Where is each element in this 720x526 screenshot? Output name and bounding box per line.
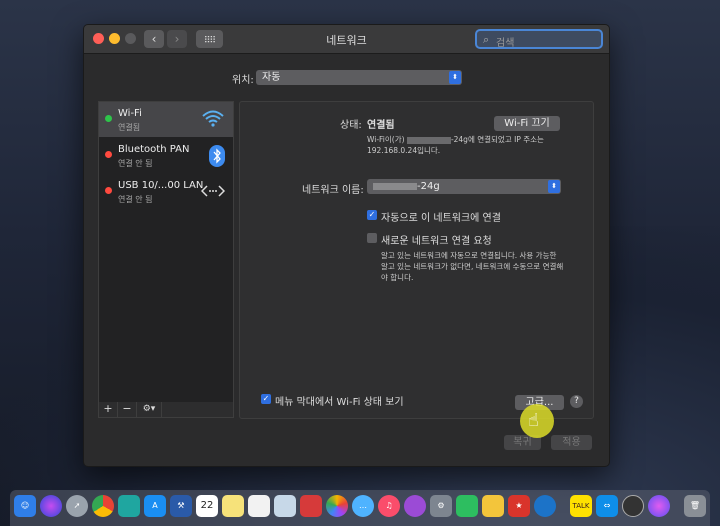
hand-pointer-icon: ☝ (528, 410, 539, 431)
detail-panel: 상태: 연결됨 Wi-Fi 끄기 Wi-Fi이(가) -24g에 연결되었고 I… (239, 101, 594, 419)
status-desc-a: Wi-Fi이(가) (367, 135, 405, 144)
star-icon[interactable]: ★ (508, 495, 530, 517)
ask-join-desc-1: 알고 있는 네트워크에 자동으로 연결됩니다. 사용 가능한 (381, 251, 557, 260)
service-list: Wi-Fi 연결됨 Bluetooth PAN 연결 안 됨 USB 10/..… (98, 101, 234, 408)
auto-join-label: 자동으로 이 네트워크에 연결 (381, 213, 501, 224)
quicktime-icon[interactable] (622, 495, 644, 517)
gear-menu-button[interactable]: ⚙▾ (137, 402, 162, 417)
menubar-checkbox[interactable]: ✓ (261, 394, 271, 404)
photobooth-icon[interactable] (300, 495, 322, 517)
service-status: 연결됨 (118, 123, 141, 132)
network-name-value: -24g (417, 181, 440, 192)
kakaotalk-icon[interactable]: TALK (570, 495, 592, 517)
evernote-icon[interactable] (456, 495, 478, 517)
location-popup[interactable]: 자동 ⬍ (256, 70, 462, 85)
ask-join-description: 알고 있는 네트워크에 자동으로 연결됩니다. 사용 가능한 알고 있는 네트워… (381, 250, 563, 283)
menubar-label: 메뉴 막대에서 Wi-Fi 상태 보기 (275, 397, 404, 408)
service-list-toolbar: + − ⚙▾ (98, 402, 234, 418)
status-dot (105, 187, 112, 194)
finder2-icon[interactable] (482, 495, 504, 517)
status-description: Wi-Fi이(가) -24g에 연결되었고 IP 주소는 192.168.0.2… (367, 134, 544, 156)
service-item-usb-lan[interactable]: USB 10/...00 LAN 연결 안 됨 (99, 174, 233, 209)
remove-service-button[interactable]: − (118, 402, 137, 417)
appstore-icon[interactable]: A (144, 495, 166, 517)
ask-join-label: 새로운 네트워크 연결 요청 (381, 236, 492, 247)
ask-join-checkbox[interactable] (367, 233, 377, 243)
wifi-icon (201, 109, 225, 132)
location-value: 자동 (262, 72, 281, 83)
service-name: Bluetooth PAN (118, 144, 190, 155)
trash-icon[interactable]: 🗑 (684, 495, 706, 517)
ethernet-icon (200, 181, 226, 204)
auto-join-checkbox[interactable]: ✓ (367, 210, 377, 220)
service-item-bluetooth[interactable]: Bluetooth PAN 연결 안 됨 (99, 138, 233, 173)
preview-icon[interactable] (274, 495, 296, 517)
location-label: 위치: (232, 75, 254, 86)
siri-icon[interactable] (40, 495, 62, 517)
music-icon[interactable]: ♫ (378, 495, 400, 517)
notes-icon[interactable] (222, 495, 244, 517)
ask-join-desc-3: 야 합니다. (381, 273, 414, 282)
teamviewer-icon[interactable]: ⇔ (596, 495, 618, 517)
network-preferences-window: ‹ › ⠿⠿ 네트워크 ⌕ 검색 위치: 자동 ⬍ Wi-Fi 연결됨 Blue… (83, 24, 610, 467)
search-placeholder: 검색 (496, 38, 515, 49)
search-input[interactable]: ⌕ 검색 (475, 29, 603, 49)
add-service-button[interactable]: + (99, 402, 118, 417)
launchpad-icon[interactable]: ➚ (66, 495, 88, 517)
search-icon: ⌕ (483, 33, 490, 46)
service-status: 연결 안 됨 (118, 159, 153, 168)
calendar-icon[interactable]: 22 (196, 495, 218, 517)
click-highlight-cursor: ☝ (520, 404, 554, 438)
title-bar: ‹ › ⠿⠿ 네트워크 ⌕ 검색 (84, 25, 609, 54)
status-dot (105, 115, 112, 122)
status-desc-b: -24g에 연결되었고 IP 주소는 (450, 135, 544, 144)
redacted-ssid (406, 136, 451, 144)
service-name: Wi-Fi (118, 108, 142, 119)
dock: ☺ ➚ A ⚒ 22 … ♫ ⚙ ★ TALK ⇔ 🗑 (10, 490, 710, 526)
messages-icon[interactable]: … (352, 495, 374, 517)
system-preferences-icon[interactable]: ⚙ (430, 495, 452, 517)
status-desc-c: 192.168.0.24입니다. (367, 146, 441, 155)
chevron-updown-icon: ⬍ (449, 71, 461, 84)
wifi-off-button[interactable]: Wi-Fi 끄기 (494, 116, 560, 131)
status-label: 상태: (340, 120, 362, 131)
network-name-popup[interactable]: -24g ⬍ (367, 179, 561, 194)
bluetooth-icon (209, 145, 225, 170)
chrome-icon[interactable] (92, 495, 114, 517)
finder-icon[interactable]: ☺ (14, 495, 36, 517)
service-item-wifi[interactable]: Wi-Fi 연결됨 (99, 102, 233, 137)
ask-join-desc-2: 알고 있는 네트워크가 없다면, 네트워크에 수동으로 연결해 (381, 262, 564, 271)
status-value: 연결됨 (367, 120, 395, 131)
photos-icon[interactable] (326, 495, 348, 517)
apply-button[interactable]: 적용 (551, 435, 592, 450)
vpn-icon[interactable] (534, 495, 556, 517)
app-icon[interactable] (118, 495, 140, 517)
service-status: 연결 안 됨 (118, 195, 153, 204)
reminders-icon[interactable] (248, 495, 270, 517)
help-button[interactable]: ? (570, 395, 583, 408)
podcast-icon[interactable] (404, 495, 426, 517)
chevron-updown-icon: ⬍ (548, 180, 560, 193)
service-name: USB 10/...00 LAN (118, 180, 204, 191)
siri2-icon[interactable] (648, 495, 670, 517)
status-dot (105, 151, 112, 158)
network-name-label: 네트워크 이름: (302, 185, 364, 196)
redacted-network (373, 182, 417, 190)
xcode-icon[interactable]: ⚒ (170, 495, 192, 517)
